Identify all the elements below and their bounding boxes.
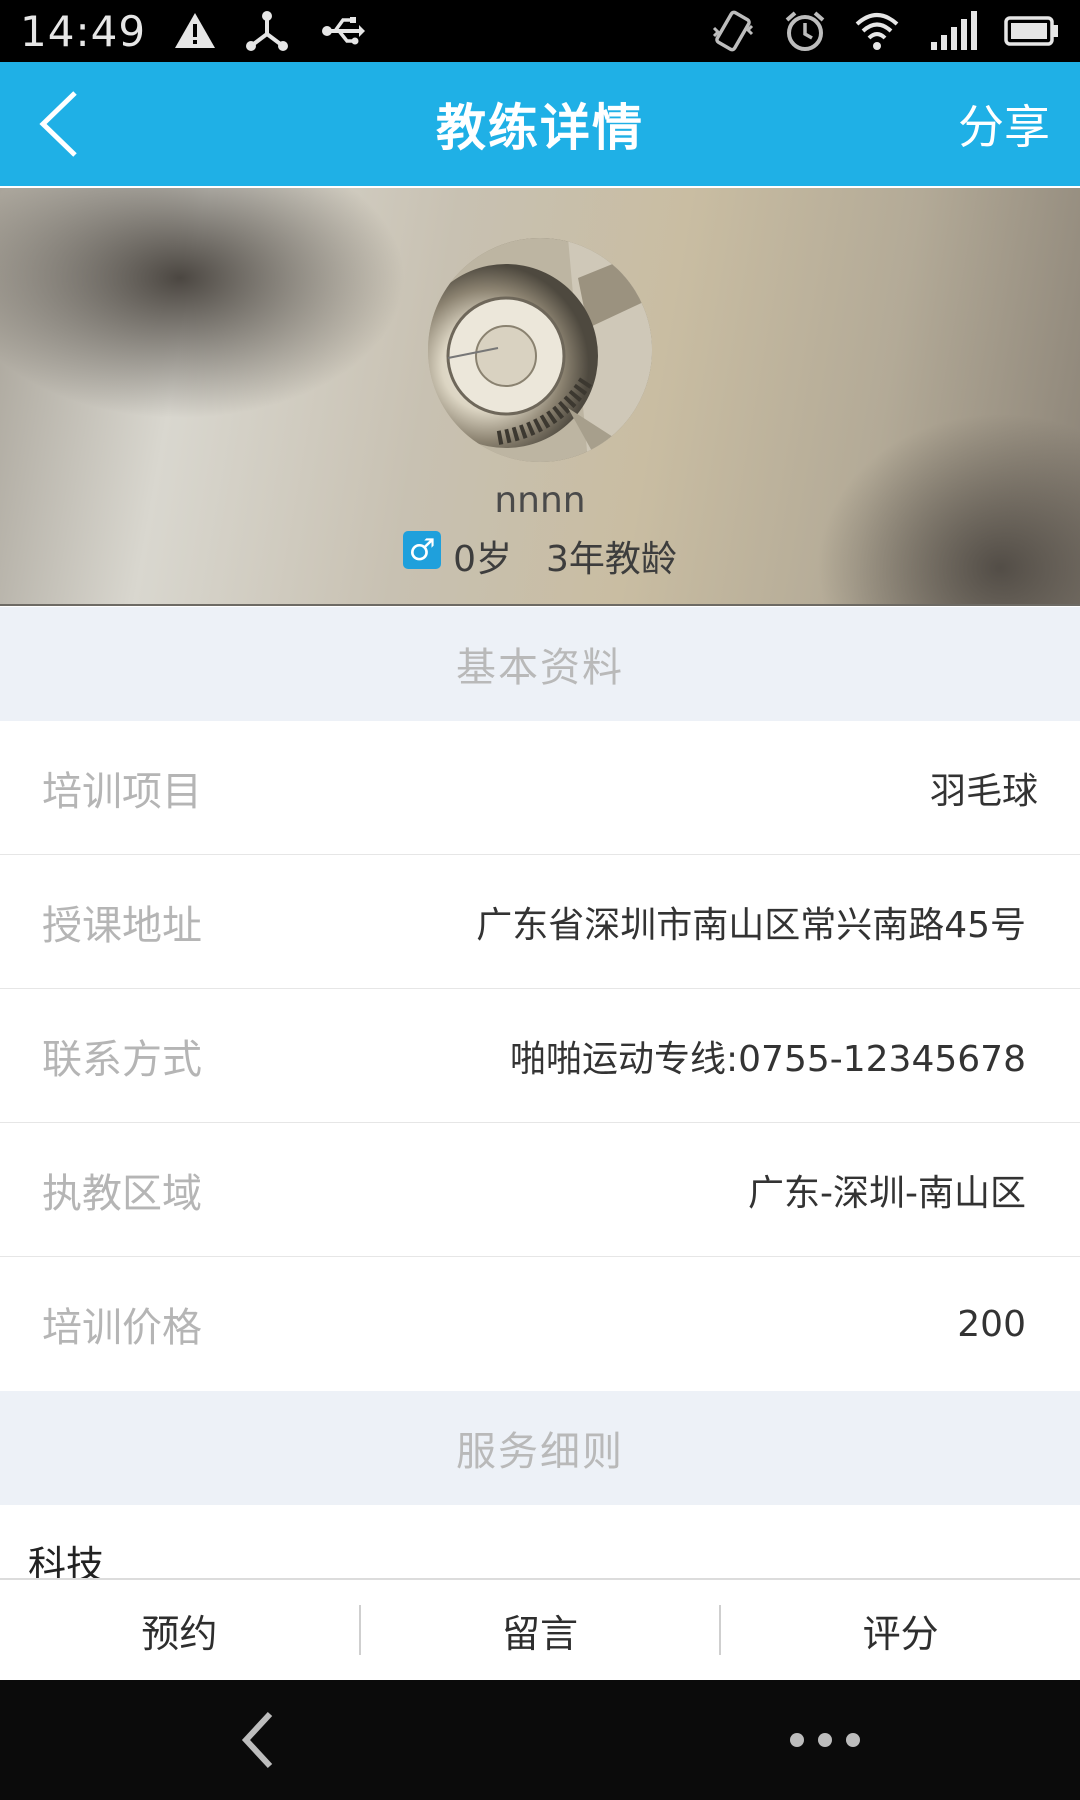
chevron-left-icon (39, 91, 77, 157)
info-row-contact[interactable]: 联系方式 啪啪运动专线:0755-12345678 (0, 989, 1080, 1123)
coach-avatar[interactable] (428, 238, 652, 462)
message-button[interactable]: 留言 (361, 1579, 720, 1681)
signal-icon (931, 11, 977, 50)
info-row-address: 授课地址 广东省深圳市南山区常兴南路45号 (0, 855, 1080, 989)
action-bar: 预约 留言 评分 (0, 1578, 1080, 1680)
page-title: 教练详情 (436, 99, 644, 157)
nav-back-icon (241, 1711, 273, 1769)
coach-experience: 3年教龄 (546, 539, 677, 580)
book-button[interactable]: 预约 (0, 1579, 359, 1681)
coach-name: nnnn (494, 480, 586, 521)
vibrate-icon (712, 10, 754, 52)
usb-icon (322, 17, 366, 45)
info-row-price: 培训价格 200 (0, 1257, 1080, 1391)
share-button[interactable]: 分享 (958, 62, 1050, 186)
row-label: 授课地址 (42, 903, 202, 949)
menu-dot-icon (846, 1733, 860, 1747)
profile-hero: nnnn ♂ 0岁 3年教龄 (0, 188, 1080, 606)
basic-info-header: 基本资料 (0, 607, 1080, 721)
row-label: 执教区域 (42, 1171, 202, 1217)
row-label: 联系方式 (42, 1037, 202, 1083)
row-value: 羽毛球 (929, 771, 1038, 812)
wifi-icon (855, 13, 899, 50)
coach-age: 0岁 (453, 539, 512, 580)
row-value: 广东省深圳市南山区常兴南路45号 (476, 905, 1026, 946)
coach-meta: ♂ 0岁 3年教龄 (0, 530, 1080, 582)
row-value: 200 (957, 1303, 1026, 1345)
row-label: 培训项目 (42, 769, 202, 815)
system-back-button[interactable] (224, 1704, 294, 1776)
system-menu-button[interactable] (790, 1720, 860, 1760)
usb-tether-icon (246, 11, 289, 51)
row-label: 培训价格 (42, 1305, 202, 1351)
avatar-image (428, 238, 652, 462)
status-bar: 14:49 (0, 0, 1080, 62)
service-details-header: 服务细则 (0, 1391, 1080, 1505)
app-header: 教练详情 分享 (0, 62, 1080, 186)
menu-dot-icon (790, 1733, 804, 1747)
info-row-training-item: 培训项目 羽毛球 (0, 721, 1080, 855)
male-gender-icon: ♂ (403, 531, 442, 569)
row-value: 广东-深圳-南山区 (748, 1173, 1026, 1214)
status-time: 14:49 (20, 6, 147, 56)
alarm-icon (785, 11, 825, 51)
warning-icon (175, 13, 216, 48)
info-row-area: 执教区域 广东-深圳-南山区 (0, 1123, 1080, 1257)
row-value: 啪啪运动专线:0755-12345678 (510, 1039, 1026, 1080)
menu-dot-icon (818, 1733, 832, 1747)
battery-icon (1004, 16, 1058, 46)
back-button[interactable] (24, 88, 94, 160)
basic-info-list: 培训项目 羽毛球 授课地址 广东省深圳市南山区常兴南路45号 联系方式 啪啪运动… (0, 721, 1080, 1391)
system-nav-bar (0, 1680, 1080, 1800)
rate-button[interactable]: 评分 (721, 1579, 1080, 1681)
